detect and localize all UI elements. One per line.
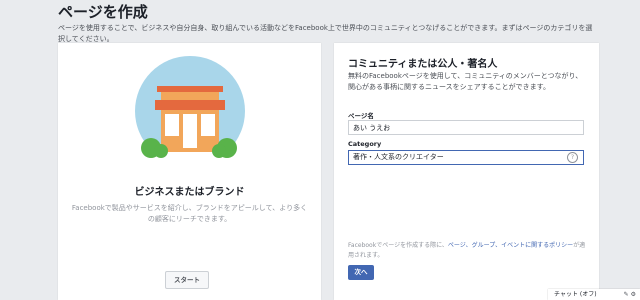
- page-name-label: ページ名: [348, 112, 374, 120]
- storefront-icon: [135, 56, 245, 166]
- category-label: Category: [348, 140, 382, 148]
- chat-tab[interactable]: チャット (オフ) ✎ ⚙: [548, 289, 640, 300]
- next-button[interactable]: 次へ: [348, 265, 374, 280]
- chat-label: チャット (オフ): [554, 291, 597, 298]
- page-name-input[interactable]: [348, 120, 584, 135]
- business-title: ビジネスまたはブランド: [134, 187, 245, 198]
- start-button[interactable]: スタート: [165, 271, 209, 289]
- terms-text: Facebookでページを作成する際に、ページ、グループ、イベントに関するポリシ…: [348, 241, 586, 261]
- chat-settings-icon[interactable]: ✎ ⚙: [624, 289, 636, 300]
- policy-link[interactable]: ページ、グループ、イベントに関するポリシー: [448, 242, 573, 249]
- community-description: 無料のFacebookページを使用して、コミュニティのメンバーとつながり、関心が…: [348, 72, 583, 91]
- category-input[interactable]: 著作・人文系のクリエイター ?: [348, 150, 584, 165]
- community-card: コミュニティまたは公人・著名人 無料のFacebookページを使用して、コミュニ…: [334, 43, 599, 300]
- help-icon[interactable]: ?: [567, 152, 578, 163]
- terms-prefix: Facebookでページを作成する際に、: [348, 242, 448, 249]
- community-title: コミュニティまたは公人・著名人: [348, 59, 498, 70]
- business-card[interactable]: ビジネスまたはブランド Facebookで製品やサービスを紹介し、ブランドをアピ…: [58, 43, 321, 300]
- business-description: Facebookで製品やサービスを紹介し、ブランドをアピールして、より多くの顧客…: [71, 204, 308, 223]
- category-value: 著作・人文系のクリエイター: [353, 153, 444, 161]
- page-title: ページを作成: [58, 3, 148, 21]
- page-description: ページを使用することで、ビジネスや自分自身、取り組んでいる活動などをFacebo…: [58, 24, 593, 43]
